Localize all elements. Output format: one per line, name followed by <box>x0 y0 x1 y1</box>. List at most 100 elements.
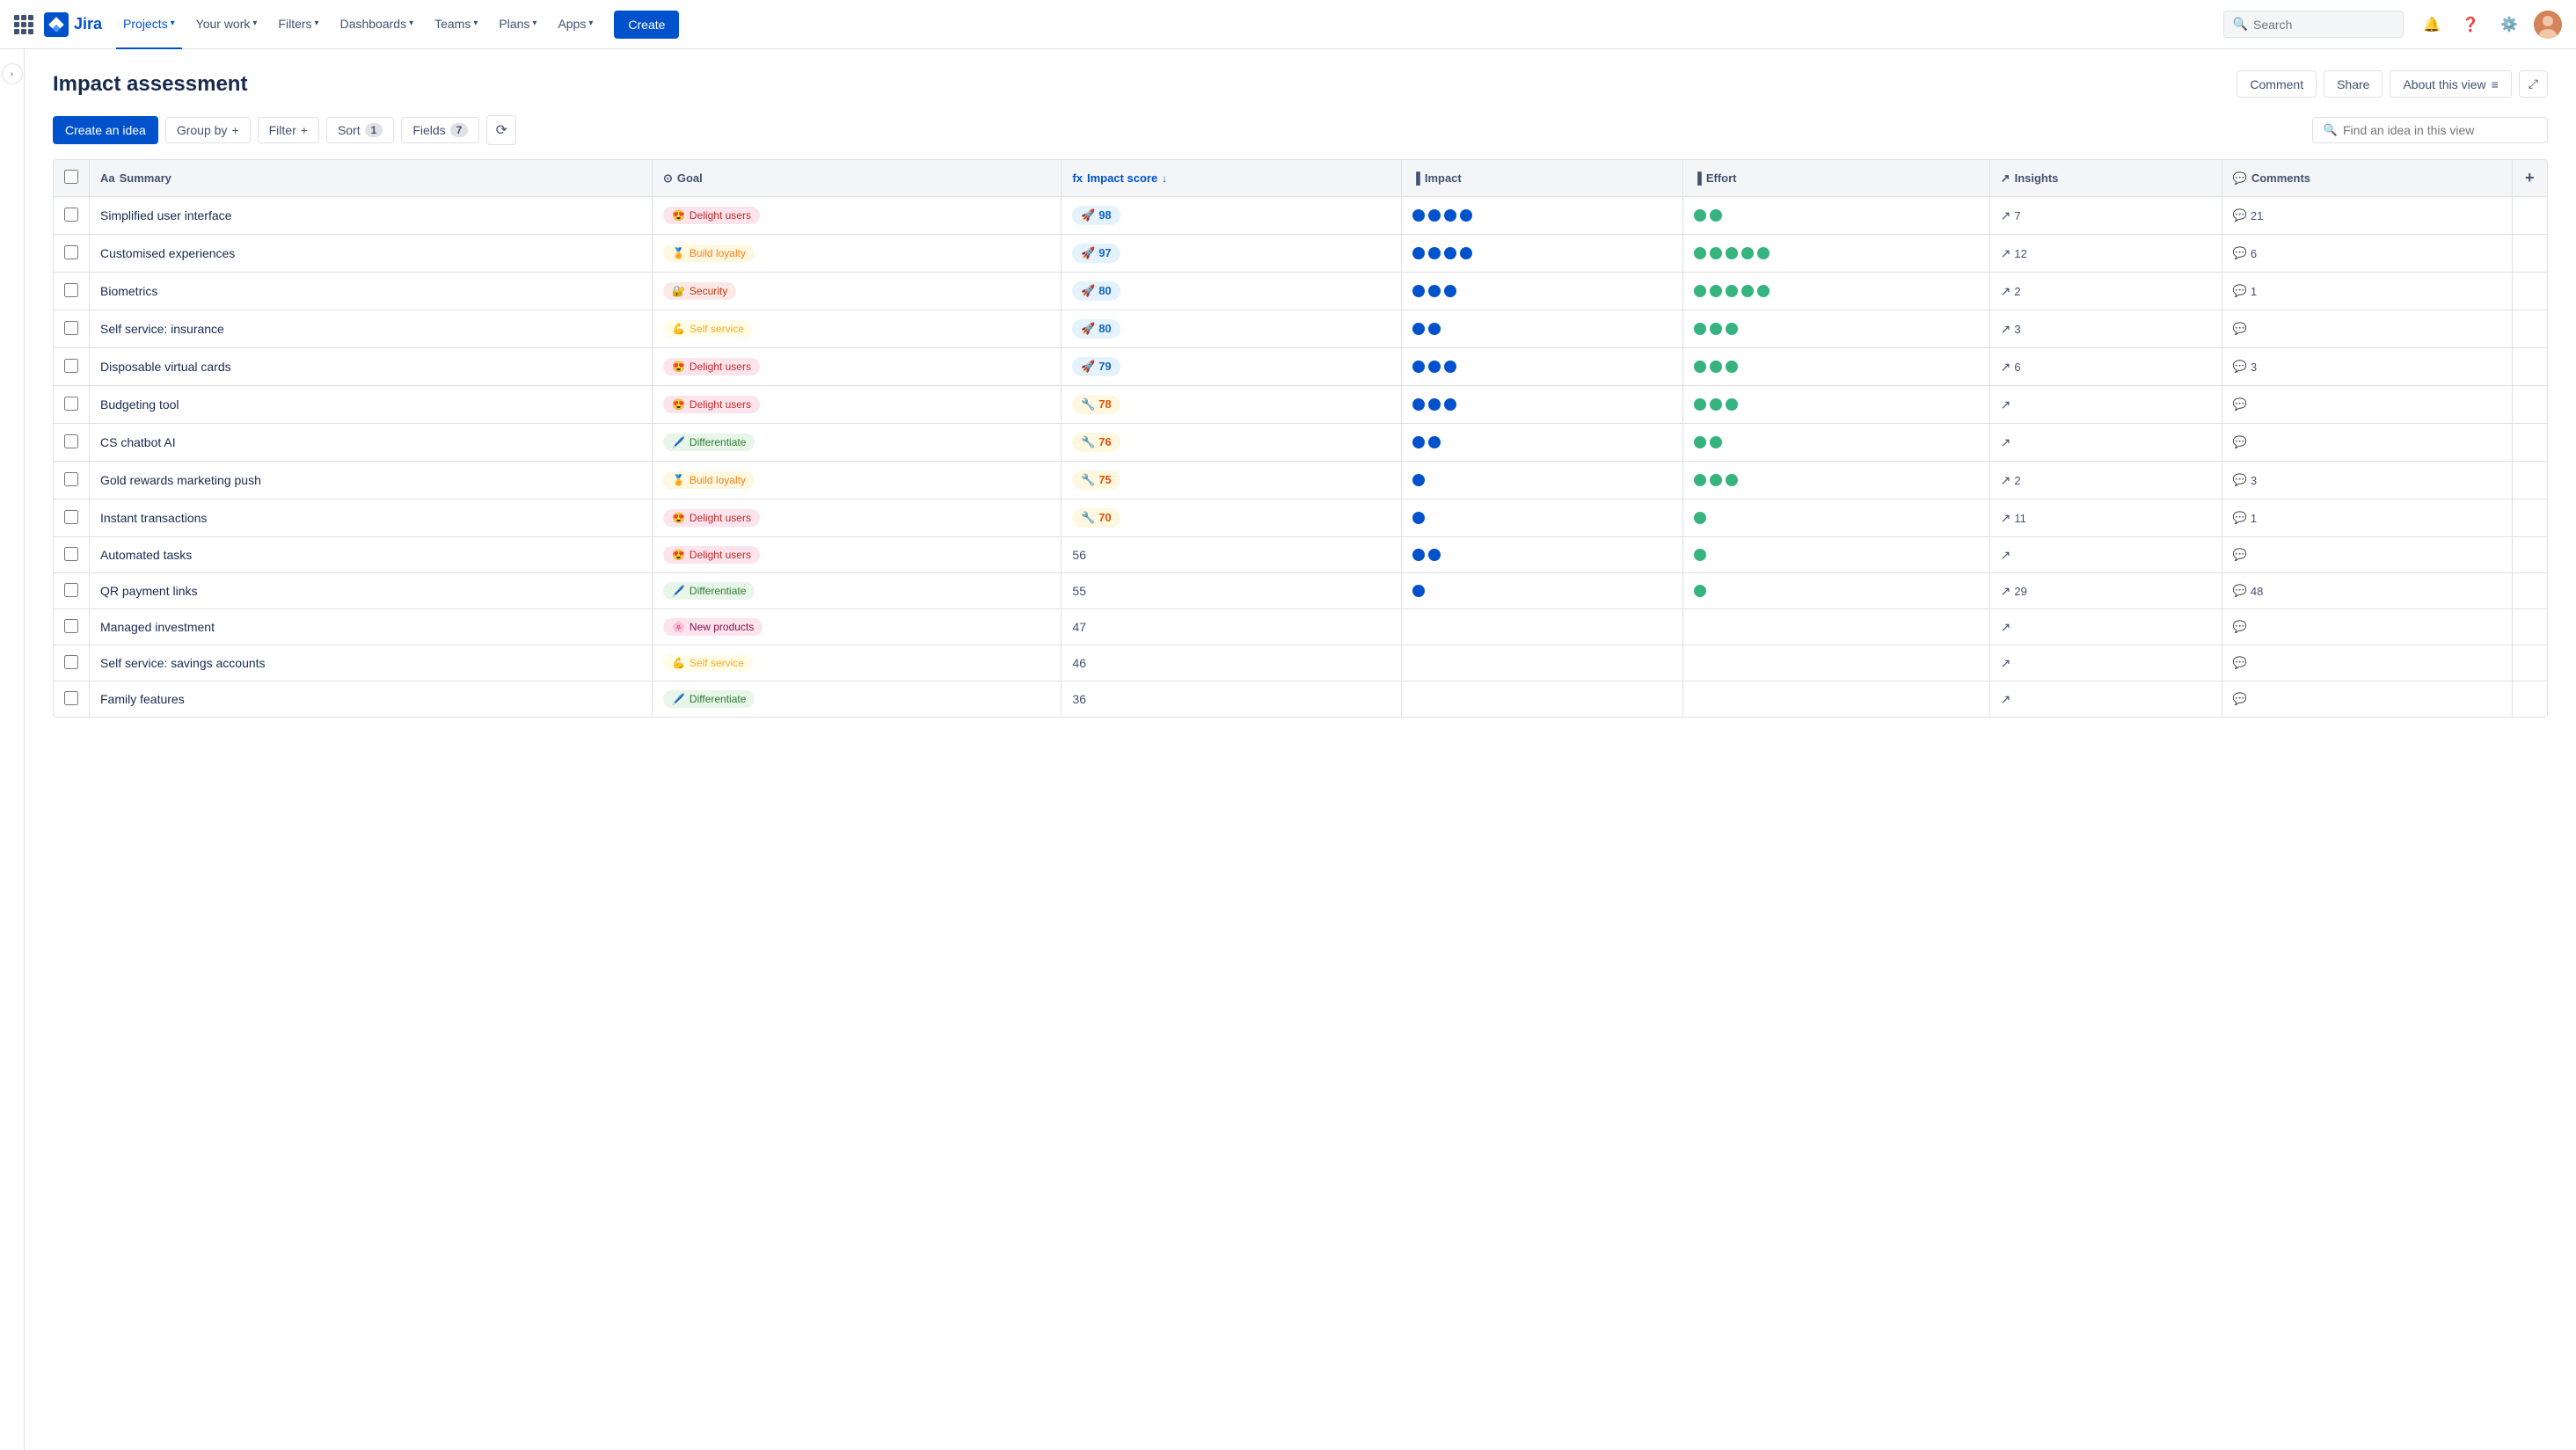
impact-dots <box>1412 398 1672 411</box>
col-impact-score[interactable]: fx Impact score ↓ <box>1062 160 1401 197</box>
row-checkbox-cell[interactable] <box>54 197 90 235</box>
settings-button[interactable]: ⚙️ <box>2495 11 2523 39</box>
row-checkbox-cell[interactable] <box>54 499 90 537</box>
row-checkbox[interactable] <box>64 547 78 561</box>
table-row[interactable]: Budgeting tool 😍 Delight users 🔧 78 ↗ 💬 <box>54 386 2547 424</box>
table-row[interactable]: Family features 🖊️ Differentiate 36 ↗ 💬 <box>54 681 2547 718</box>
table-row[interactable]: Instant transactions 😍 Delight users 🔧 7… <box>54 499 2547 537</box>
nav-item-your-work[interactable]: Your work ▾ <box>189 0 265 49</box>
select-all-header[interactable] <box>54 160 90 197</box>
row-checkbox-cell[interactable] <box>54 310 90 348</box>
comments-cell: 💬 <box>2222 424 2512 462</box>
table-row[interactable]: Managed investment 🌸 New products 47 ↗ 💬 <box>54 609 2547 645</box>
row-checkbox[interactable] <box>64 655 78 669</box>
goal-label: Delight users <box>690 361 751 373</box>
table-row[interactable]: Disposable virtual cards 😍 Delight users… <box>54 348 2547 386</box>
row-checkbox[interactable] <box>64 583 78 597</box>
nav-item-teams[interactable]: Teams ▾ <box>427 0 485 49</box>
search-input[interactable] <box>2253 18 2394 32</box>
sort-button[interactable]: Sort 1 <box>326 117 394 143</box>
row-checkbox[interactable] <box>64 510 78 524</box>
row-checkbox-cell[interactable] <box>54 645 90 681</box>
search-bar[interactable]: 🔍 <box>2223 11 2404 38</box>
col-impact: ▐ Impact <box>1401 160 1682 197</box>
filter-button[interactable]: Filter + <box>258 117 319 143</box>
table-row[interactable]: Automated tasks 😍 Delight users 56 ↗ 💬 <box>54 537 2547 573</box>
table-row[interactable]: Self service: insurance 💪 Self service 🚀… <box>54 310 2547 348</box>
effort-cell <box>1682 386 1989 424</box>
row-add-cell <box>2512 609 2547 645</box>
effort-dots <box>1694 549 1979 561</box>
table-row[interactable]: Biometrics 🔐 Security 🚀 80 ↗2 💬1 <box>54 273 2547 310</box>
sidebar-collapse-button[interactable]: › <box>2 63 23 84</box>
nav-item-plans[interactable]: Plans ▾ <box>492 0 544 49</box>
goal-badge: 🖊️ Differentiate <box>663 690 755 708</box>
user-avatar[interactable] <box>2534 11 2562 39</box>
row-checkbox-cell[interactable] <box>54 462 90 499</box>
grid-menu-icon[interactable] <box>14 15 33 34</box>
nav-item-apps[interactable]: Apps ▾ <box>551 0 600 49</box>
row-checkbox[interactable] <box>64 208 78 222</box>
row-checkbox[interactable] <box>64 691 78 705</box>
row-checkbox-cell[interactable] <box>54 386 90 424</box>
insights-cell: ↗12 <box>1989 235 2222 273</box>
row-checkbox[interactable] <box>64 245 78 259</box>
comments-icon: 💬 <box>2233 171 2247 186</box>
row-checkbox[interactable] <box>64 359 78 373</box>
nav-item-projects[interactable]: Projects ▾ <box>116 0 182 49</box>
table-row[interactable]: Gold rewards marketing push 🏅 Build loya… <box>54 462 2547 499</box>
row-checkbox-cell[interactable] <box>54 424 90 462</box>
row-checkbox-cell[interactable] <box>54 681 90 718</box>
logo[interactable]: Jira <box>44 12 102 37</box>
group-by-button[interactable]: Group by + <box>165 117 251 143</box>
impact-cell <box>1401 197 1682 235</box>
row-checkbox[interactable] <box>64 397 78 411</box>
impact-cell <box>1401 609 1682 645</box>
notifications-button[interactable]: 🔔 <box>2418 11 2446 39</box>
idea-search[interactable]: 🔍 <box>2312 117 2548 143</box>
table-row[interactable]: CS chatbot AI 🖊️ Differentiate 🔧 76 ↗ 💬 <box>54 424 2547 462</box>
comments-cell: 💬1 <box>2222 499 2512 537</box>
table-row[interactable]: Self service: savings accounts 💪 Self se… <box>54 645 2547 681</box>
create-button[interactable]: Create <box>614 11 679 39</box>
row-checkbox[interactable] <box>64 472 78 486</box>
row-checkbox-cell[interactable] <box>54 348 90 386</box>
row-checkbox[interactable] <box>64 619 78 633</box>
row-checkbox-cell[interactable] <box>54 235 90 273</box>
sidebar-toggle[interactable]: › <box>0 49 25 1450</box>
nav-item-dashboards[interactable]: Dashboards ▾ <box>333 0 421 49</box>
fields-button[interactable]: Fields 7 <box>401 117 479 143</box>
idea-search-input[interactable] <box>2343 123 2536 137</box>
table-row[interactable]: Simplified user interface 😍 Delight user… <box>54 197 2547 235</box>
row-checkbox[interactable] <box>64 321 78 335</box>
refresh-icon: ⟳ <box>496 121 507 139</box>
about-view-button[interactable]: About this view ≡ <box>2390 70 2511 98</box>
trend-icon: ↗ <box>2001 208 2011 223</box>
goal-label: Self service <box>690 657 744 669</box>
share-button[interactable]: Share <box>2324 70 2383 98</box>
row-checkbox-cell[interactable] <box>54 609 90 645</box>
table-row[interactable]: QR payment links 🖊️ Differentiate 55 ↗29… <box>54 573 2547 609</box>
score-cell: 36 <box>1062 681 1401 718</box>
select-all-checkbox[interactable] <box>64 170 78 184</box>
goal-emoji: 🏅 <box>672 247 685 259</box>
add-column-button[interactable]: + <box>2512 160 2547 197</box>
expand-button[interactable]: ⤢ <box>2519 70 2548 98</box>
score-cell: 🚀 80 <box>1062 273 1401 310</box>
comment-button[interactable]: Comment <box>2237 70 2317 98</box>
effort-cell <box>1682 681 1989 718</box>
row-checkbox-cell[interactable] <box>54 573 90 609</box>
effort-cell <box>1682 310 1989 348</box>
create-idea-button[interactable]: Create an idea <box>53 116 158 144</box>
row-checkbox[interactable] <box>64 283 78 297</box>
row-checkbox[interactable] <box>64 434 78 448</box>
insights-cell: ↗11 <box>1989 499 2222 537</box>
help-button[interactable]: ❓ <box>2456 11 2485 39</box>
table-row[interactable]: Customised experiences 🏅 Build loyalty 🚀… <box>54 235 2547 273</box>
row-checkbox-cell[interactable] <box>54 537 90 573</box>
nav-item-filters[interactable]: Filters ▾ <box>271 0 325 49</box>
effort-dots <box>1694 247 1979 259</box>
row-checkbox-cell[interactable] <box>54 273 90 310</box>
refresh-button[interactable]: ⟳ <box>486 115 516 145</box>
goal-emoji: 😍 <box>672 512 685 524</box>
